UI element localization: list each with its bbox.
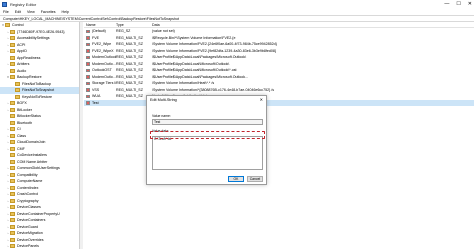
folder-icon <box>10 153 15 158</box>
value-data-field[interactable]: C:\Test\*.txt <box>152 136 263 170</box>
tree-item[interactable]: › DevicePanels <box>0 243 79 249</box>
maximize-button[interactable]: ☐ <box>456 1 460 8</box>
string-value-icon <box>86 42 90 46</box>
tree-item-label: DevicePanels <box>17 244 39 248</box>
folder-icon <box>10 62 15 67</box>
value-name-text: Test <box>92 100 99 105</box>
folder-icon <box>15 94 20 99</box>
folder-icon <box>10 146 15 151</box>
dialog-title: Edit Multi-String <box>150 98 177 102</box>
folder-icon <box>10 68 15 73</box>
folder-icon <box>10 185 15 190</box>
close-button[interactable]: ✕ <box>468 1 472 8</box>
string-value-icon <box>86 94 90 98</box>
folder-icon <box>10 107 15 112</box>
folder-icon <box>10 205 15 210</box>
string-value-icon <box>86 55 90 59</box>
cancel-button[interactable]: Cancel <box>247 176 263 182</box>
value-rows: (Default) REG_SZ (value not set) FVE REG_MUL… <box>84 28 474 106</box>
window-title: Registry Editor <box>10 2 37 7</box>
string-value-icon <box>86 49 90 53</box>
window-controls: — ☐ ✕ <box>444 1 472 8</box>
highlight-annotation <box>150 131 265 139</box>
folder-icon <box>10 140 15 145</box>
string-value-icon <box>86 81 90 85</box>
folder-icon <box>10 49 15 54</box>
folder-icon <box>10 198 15 203</box>
column-header-name[interactable]: Name <box>84 22 116 27</box>
column-header-type[interactable]: Type <box>116 22 152 27</box>
minimize-button[interactable]: — <box>444 1 449 8</box>
folder-icon <box>10 42 15 47</box>
pane-splitter[interactable] <box>80 22 83 249</box>
folder-icon <box>10 29 15 34</box>
folder-icon <box>10 55 15 60</box>
folder-icon <box>10 231 15 236</box>
edit-multi-string-dialog: Edit Multi-String ✕ Value name: Test Val… <box>146 95 267 185</box>
folder-icon <box>15 88 20 93</box>
folder-icon <box>10 244 15 249</box>
string-value-icon <box>86 101 90 105</box>
column-header-data[interactable]: Data <box>152 22 452 27</box>
ok-button[interactable]: OK <box>228 176 244 182</box>
registry-values-list[interactable]: Name Type Data (Default) REG_SZ (value not… <box>84 22 474 249</box>
folder-icon <box>10 224 15 229</box>
folder-icon <box>10 114 15 119</box>
folder-icon <box>10 120 15 125</box>
folder-icon <box>10 133 15 138</box>
folder-icon <box>10 218 15 223</box>
registry-editor-icon <box>2 2 7 7</box>
folder-icon <box>10 179 15 184</box>
string-value-icon <box>86 75 90 79</box>
window-titlebar: Registry Editor — ☐ ✕ <box>0 0 474 9</box>
dialog-close-button[interactable]: ✕ <box>260 96 263 104</box>
folder-icon <box>10 101 15 106</box>
dialog-titlebar: Edit Multi-String ✕ <box>147 96 266 104</box>
folder-icon <box>10 36 15 41</box>
value-row[interactable]: Test <box>84 99 474 107</box>
folder-icon <box>10 211 15 216</box>
folder-icon <box>10 127 15 132</box>
folder-icon <box>10 237 15 242</box>
folder-icon <box>5 23 10 28</box>
address-bar[interactable]: Computer\HKEY_LOCAL_MACHINE\SYSTEM\Curre… <box>0 15 474 22</box>
folder-icon <box>10 166 15 171</box>
value-name-label: Value name: <box>152 114 171 118</box>
registry-key-tree[interactable]: ▾ Control › {7746D80F-97E0-4E26-9543} › Acces… <box>0 22 80 249</box>
folder-icon <box>10 172 15 177</box>
value-name-field[interactable]: Test <box>152 119 263 125</box>
folder-icon <box>10 75 15 80</box>
value-name-cell: Test <box>84 100 116 107</box>
string-value-icon <box>86 68 90 72</box>
folder-icon <box>10 159 15 164</box>
folder-icon <box>15 81 20 86</box>
string-value-icon <box>86 88 90 92</box>
string-value-icon <box>86 62 90 66</box>
string-value-icon <box>86 29 90 33</box>
string-value-icon <box>86 36 90 40</box>
folder-icon <box>10 192 15 197</box>
